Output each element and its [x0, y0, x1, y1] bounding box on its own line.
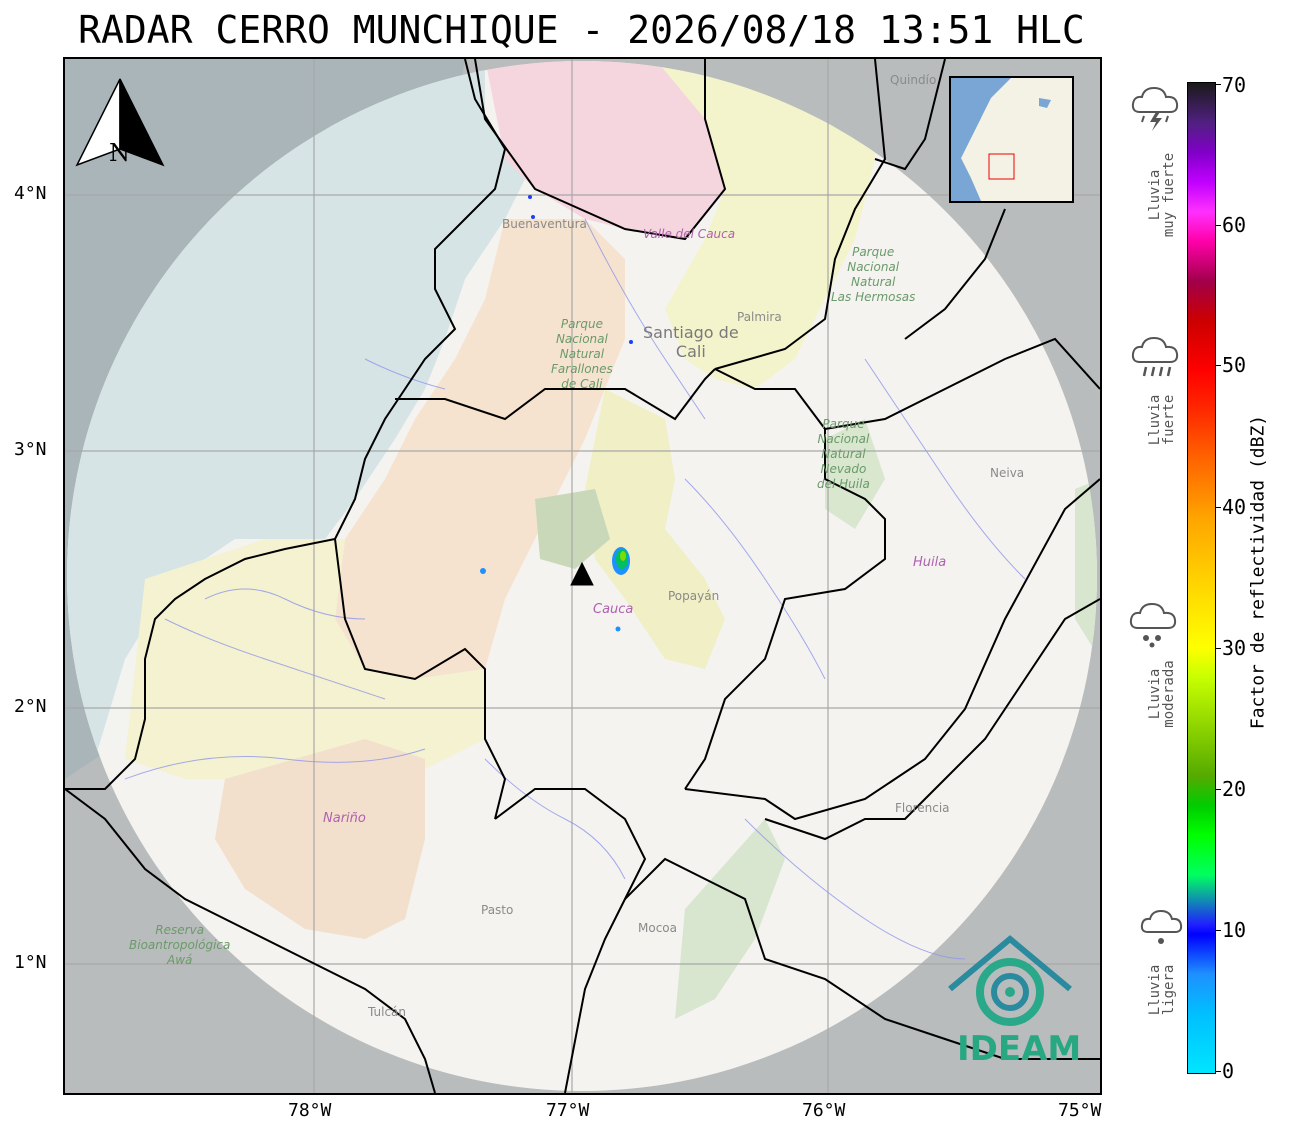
heavy-rain-cloud-icon [1130, 334, 1182, 386]
colorbar-title: Factor de reflectividad (dBZ) [1247, 414, 1269, 730]
place-huila: Huila [913, 555, 947, 570]
y-tick-1n: 1°N [14, 952, 47, 973]
cb-label-50: 50 [1222, 353, 1247, 377]
cb-label-40: 40 [1222, 495, 1247, 519]
reflectivity-colorbar [1187, 82, 1216, 1074]
place-narino: Nariño [323, 811, 366, 826]
x-tick-77w: 77°W [546, 1100, 590, 1121]
park-farallones: Parque Nacional Natural Farallones de Ca… [551, 317, 613, 391]
place-palmira: Palmira [737, 310, 782, 324]
reserve-awa: Reserva Bioantropológica Awá [129, 923, 231, 967]
y-tick-2n: 2°N [14, 696, 47, 717]
radar-map[interactable]: Buenaventura Valle del Cauca Santiago de… [63, 57, 1102, 1095]
cb-label-60: 60 [1222, 213, 1247, 237]
cb-label-0: 0 [1222, 1059, 1235, 1083]
map-title: RADAR CERRO MUNCHIQUE - 2026/08/18 13:51… [78, 8, 1085, 52]
cb-tick [1215, 84, 1221, 85]
inset-locator-map [949, 76, 1074, 203]
north-letter: N [109, 139, 130, 167]
place-pasto: Pasto [481, 903, 514, 917]
place-buenaventura: Buenaventura [502, 217, 587, 231]
cb-label-10: 10 [1222, 918, 1247, 942]
cb-tick [1215, 365, 1221, 366]
y-tick-3n: 3°N [14, 439, 47, 460]
x-tick-76w: 76°W [802, 1100, 846, 1121]
ideam-logo-text: IDEAM [957, 1029, 1082, 1069]
cb-label-20: 20 [1222, 777, 1247, 801]
cb-tick [1215, 648, 1221, 649]
place-popayan: Popayán [668, 589, 720, 603]
place-quindio: Quindío [890, 73, 937, 87]
cb-tick [1215, 1071, 1221, 1072]
cb-tick [1215, 789, 1221, 790]
y-tick-4n: 4°N [14, 183, 47, 204]
place-tulcan: Tulcán [368, 1005, 407, 1019]
cb-tick [1215, 225, 1221, 226]
x-tick-78w: 78°W [288, 1100, 332, 1121]
light-rain-cloud-icon [1140, 908, 1184, 954]
place-neiva: Neiva [990, 466, 1025, 480]
place-valle-del-cauca: Valle del Cauca [643, 227, 736, 241]
legend-label-muy-fuerte: Lluvia muy fuerte [1147, 152, 1177, 238]
place-cauca: Cauca [593, 602, 634, 617]
cb-label-70: 70 [1222, 73, 1247, 97]
cb-tick [1215, 507, 1221, 508]
legend-label-fuerte: Lluvia fuerte [1147, 394, 1177, 446]
legend-label-moderada: Lluvia moderada [1147, 660, 1177, 728]
park-nevado-del-huila: Parque Nacional Natural Nevado del Huila [817, 417, 870, 491]
thunderstorm-cloud-icon [1130, 84, 1182, 136]
place-cali: Santiago de Cali [643, 323, 739, 361]
place-mocoa: Mocoa [638, 921, 677, 935]
cb-tick [1215, 930, 1221, 931]
park-las-hermosas: Parque Nacional Natural Las Hermosas [831, 245, 916, 304]
legend-label-ligera: Lluvia ligera [1147, 964, 1177, 1016]
cb-label-30: 30 [1222, 636, 1247, 660]
x-tick-75w: 75°W [1058, 1100, 1102, 1121]
moderate-rain-cloud-icon [1128, 600, 1180, 652]
place-florencia: Florencia [895, 801, 950, 815]
